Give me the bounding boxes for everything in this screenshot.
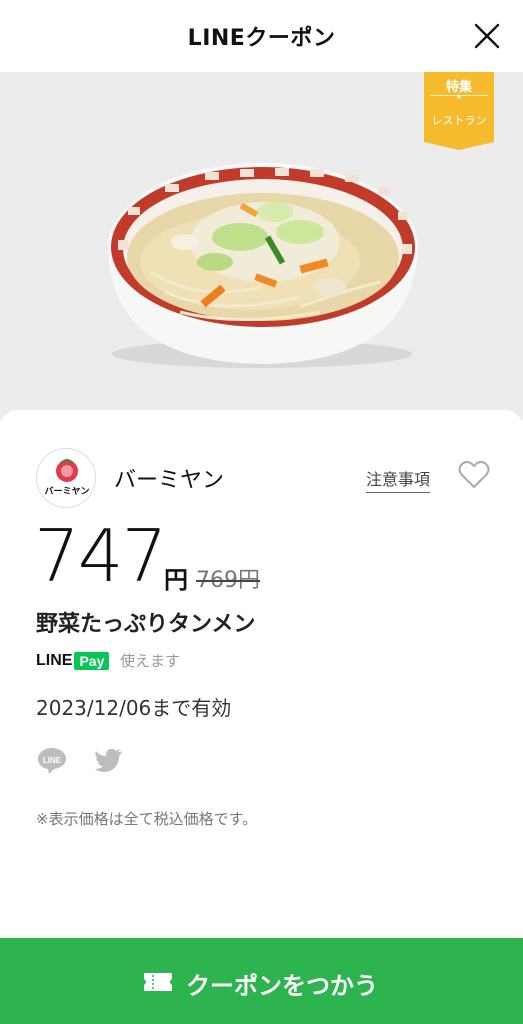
coupon-price: 747 bbox=[34, 514, 167, 598]
tax-note: ※表示価格は全て税込価格です。 bbox=[36, 810, 258, 828]
notice-link[interactable]: 注意事項 bbox=[366, 466, 431, 493]
shop-name: バーミヤン bbox=[114, 468, 225, 493]
page-title: LINEクーポン bbox=[187, 26, 336, 51]
use-coupon-button[interactable]: クーポンをつかう bbox=[0, 938, 523, 1024]
line-share-icon[interactable]: LINE bbox=[36, 744, 68, 776]
line-share-icon-text: LINE bbox=[43, 756, 62, 765]
linepay-note: 使えます bbox=[120, 652, 181, 670]
linepay-line-text: LINE bbox=[36, 651, 73, 669]
twitter-icon[interactable] bbox=[92, 744, 124, 776]
hero-image: 特集 ★ レストラン bbox=[0, 72, 523, 420]
currency-label: 円 bbox=[164, 566, 188, 594]
close-icon[interactable] bbox=[473, 22, 501, 50]
shop-logo: バーミヤン bbox=[36, 448, 96, 508]
original-price: 769円 bbox=[196, 568, 260, 593]
heart-icon[interactable] bbox=[458, 460, 490, 490]
expiry-date: 2023/12/06まで有効 bbox=[36, 696, 232, 720]
ribbon-bottom-text: レストラン bbox=[431, 114, 487, 127]
star-icon: ★ bbox=[455, 92, 463, 101]
item-name: 野菜たっぷりタンメン bbox=[36, 612, 256, 637]
ticket-icon bbox=[144, 973, 172, 991]
use-coupon-label: クーポンをつかう bbox=[186, 972, 378, 1000]
shop-logo-text: バーミヤン bbox=[44, 486, 89, 497]
featured-ribbon: 特集 ★ レストラン bbox=[424, 72, 494, 150]
header: LINEクーポン bbox=[0, 0, 523, 72]
linepay-pay-badge: Pay bbox=[74, 651, 110, 670]
linepay-logo: LINE Pay bbox=[36, 650, 110, 670]
